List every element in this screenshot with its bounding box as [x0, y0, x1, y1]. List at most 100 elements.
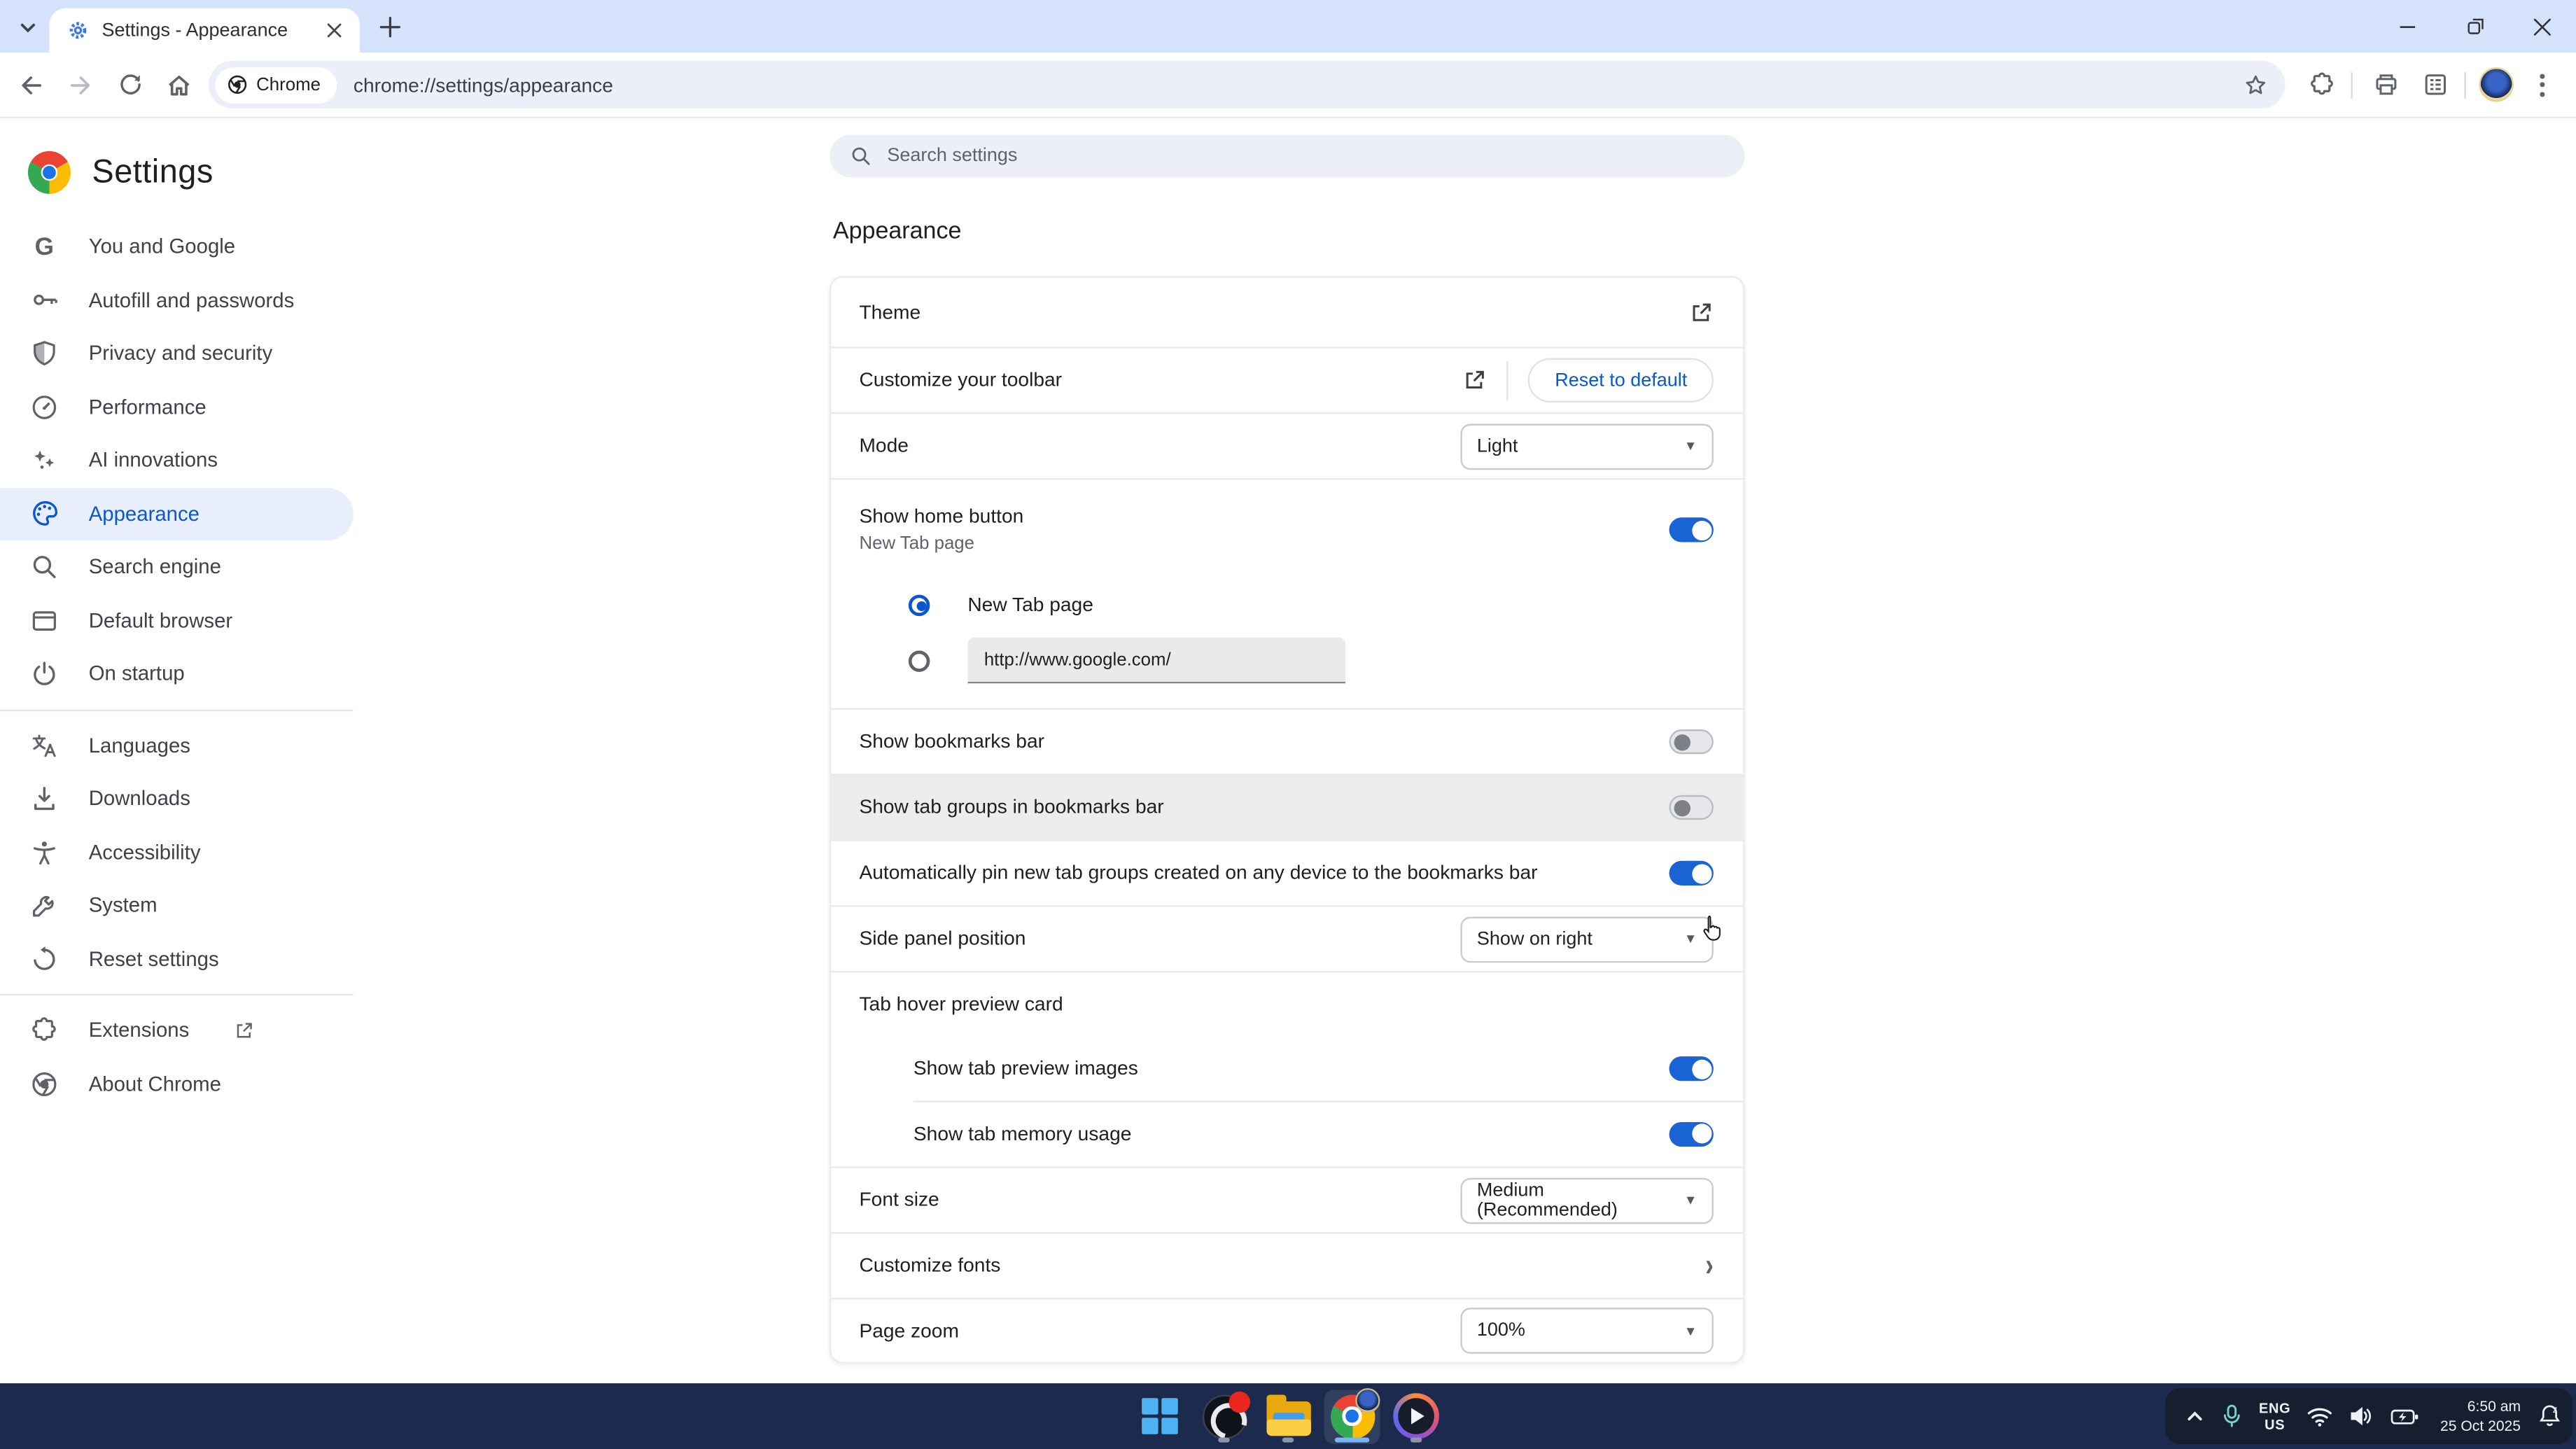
accessibility-icon	[28, 836, 61, 869]
browser-tab[interactable]: Settings - Appearance	[49, 8, 360, 52]
chevron-down-icon: ▼	[1684, 439, 1698, 454]
taskbar-chrome-icon[interactable]	[1324, 1389, 1380, 1443]
new-tab-button[interactable]	[371, 11, 407, 43]
start-button[interactable]	[1132, 1389, 1188, 1443]
taskbar-file-explorer-icon[interactable]	[1260, 1389, 1316, 1443]
sidebar-item-system[interactable]: System	[0, 879, 354, 932]
custom-url-radio[interactable]	[909, 650, 930, 671]
sidebar-item-reset-settings[interactable]: Reset settings	[0, 932, 354, 986]
language-indicator[interactable]: ENG US	[2259, 1399, 2290, 1433]
auto-pin-toggle[interactable]	[1669, 861, 1713, 886]
show-home-button-sublabel: New Tab page	[859, 533, 1669, 557]
toolbar-divider	[2464, 71, 2465, 98]
palette-icon	[28, 498, 61, 531]
search-icon	[28, 551, 61, 584]
mode-select[interactable]: Light ▼	[1460, 423, 1713, 469]
battery-icon[interactable]	[2391, 1406, 2421, 1427]
tray-chevron-up-icon[interactable]	[2185, 1408, 2204, 1424]
tab-search-chevron-icon[interactable]	[10, 11, 46, 43]
search-settings[interactable]	[830, 134, 1744, 177]
taskbar-obs-icon[interactable]	[1196, 1389, 1252, 1443]
reset-to-default-button[interactable]: Reset to default	[1529, 358, 1714, 402]
url-text[interactable]: chrome://settings/appearance	[354, 73, 2243, 96]
sidebar-item-performance[interactable]: Performance	[0, 380, 354, 433]
wifi-icon[interactable]	[2307, 1406, 2334, 1427]
speedometer-icon	[28, 391, 61, 424]
show-tab-preview-images-toggle[interactable]	[1669, 1056, 1713, 1081]
custom-url-input[interactable]	[967, 638, 1345, 684]
clock[interactable]: 6:50 am 25 Oct 2025	[2440, 1396, 2521, 1436]
tab-close-icon[interactable]	[321, 18, 347, 44]
page-title: Appearance	[833, 218, 962, 245]
show-bookmarks-bar-row[interactable]: Show bookmarks bar	[832, 708, 1744, 774]
settings-content: Settings G You and Google Autofill and p…	[0, 118, 2576, 1383]
sidebar-item-languages[interactable]: Languages	[0, 719, 354, 772]
theme-row[interactable]: Theme	[832, 278, 1744, 347]
sidebar-item-downloads[interactable]: Downloads	[0, 772, 354, 825]
menu-kebab-icon[interactable]	[2520, 73, 2563, 96]
ntp-radio[interactable]	[909, 594, 930, 615]
sidebar-item-about-chrome[interactable]: About Chrome	[0, 1057, 354, 1110]
vertical-divider	[1507, 360, 1508, 400]
site-chip[interactable]: Chrome	[215, 66, 337, 103]
customize-toolbar-row[interactable]: Customize your toolbar Reset to default	[832, 346, 1744, 412]
show-home-button-toggle[interactable]	[1669, 517, 1713, 542]
show-bookmarks-bar-toggle[interactable]	[1669, 729, 1713, 754]
home-icon[interactable]	[156, 62, 202, 108]
browser-toolbar: Chrome chrome://settings/appearance	[0, 52, 2576, 118]
chevron-down-icon: ▼	[1684, 1193, 1698, 1208]
font-size-row: Font size Medium (Recommended) ▼	[832, 1166, 1744, 1232]
notification-bell-icon[interactable]: z	[2538, 1403, 2564, 1429]
sidebar-item-appearance[interactable]: Appearance	[0, 487, 354, 540]
minimize-button[interactable]	[2374, 0, 2441, 52]
print-icon[interactable]	[2362, 62, 2409, 108]
volume-icon[interactable]	[2350, 1405, 2374, 1428]
puzzle-icon	[28, 1014, 61, 1047]
show-tab-groups-toggle[interactable]	[1669, 795, 1713, 820]
show-tab-preview-images-row[interactable]: Show tab preview images	[832, 1037, 1744, 1101]
show-tab-memory-usage-row[interactable]: Show tab memory usage	[832, 1101, 1744, 1167]
side-panel-position-select[interactable]: Show on right ▼	[1460, 916, 1713, 962]
power-icon	[28, 657, 61, 690]
sidebar-nav: G You and Google Autofill and passwords …	[0, 220, 354, 1110]
show-tab-groups-row[interactable]: Show tab groups in bookmarks bar	[832, 774, 1744, 839]
auto-pin-tab-groups-row[interactable]: Automatically pin new tab groups created…	[832, 839, 1744, 905]
settings-brand: Settings	[0, 118, 354, 197]
search-settings-input[interactable]	[887, 146, 1725, 166]
sidebar-item-extensions[interactable]: Extensions	[0, 1004, 354, 1057]
page-zoom-select[interactable]: 100% ▼	[1460, 1308, 1713, 1354]
show-home-button-group: Show home button New Tab page New Tab pa…	[832, 478, 1744, 708]
omnibox[interactable]: Chrome chrome://settings/appearance	[209, 61, 2286, 108]
reload-icon[interactable]	[107, 62, 153, 108]
reading-list-icon[interactable]	[2412, 62, 2458, 108]
sidebar-item-on-startup[interactable]: On startup	[0, 648, 354, 701]
profile-avatar[interactable]	[2479, 67, 2514, 102]
custom-url-radio-row[interactable]	[859, 636, 1713, 685]
sidebar-item-accessibility[interactable]: Accessibility	[0, 825, 354, 878]
bookmark-star-icon[interactable]	[2243, 71, 2269, 98]
sidebar-item-ai-innovations[interactable]: AI innovations	[0, 434, 354, 487]
sparkle-icon	[28, 444, 61, 477]
running-indicator	[1410, 1438, 1422, 1442]
maximize-button[interactable]	[2442, 0, 2509, 52]
back-icon[interactable]	[8, 62, 55, 108]
taskbar-media-player-icon[interactable]	[1388, 1389, 1444, 1443]
sidebar-item-privacy[interactable]: Privacy and security	[0, 327, 354, 380]
shield-icon	[28, 337, 61, 370]
running-indicator	[1282, 1438, 1294, 1442]
tray-time: 6:50 am	[2440, 1396, 2521, 1416]
sidebar-item-default-browser[interactable]: Default browser	[0, 594, 354, 647]
ntp-radio-row[interactable]: New Tab page	[859, 580, 1713, 629]
customize-fonts-row[interactable]: Customize fonts ›	[832, 1232, 1744, 1298]
extensions-icon[interactable]	[2298, 62, 2344, 108]
close-button[interactable]	[2509, 0, 2576, 52]
sidebar-item-search-engine[interactable]: Search engine	[0, 540, 354, 594]
sidebar-item-you-and-google[interactable]: G You and Google	[0, 220, 354, 273]
browser-window-icon	[28, 604, 61, 637]
show-tab-memory-usage-toggle[interactable]	[1669, 1121, 1713, 1146]
sidebar-item-autofill[interactable]: Autofill and passwords	[0, 274, 354, 327]
forward-icon[interactable]	[57, 62, 104, 108]
font-size-select[interactable]: Medium (Recommended) ▼	[1460, 1177, 1713, 1224]
svg-text:z: z	[2554, 1404, 2558, 1415]
microphone-icon[interactable]	[2221, 1403, 2243, 1429]
